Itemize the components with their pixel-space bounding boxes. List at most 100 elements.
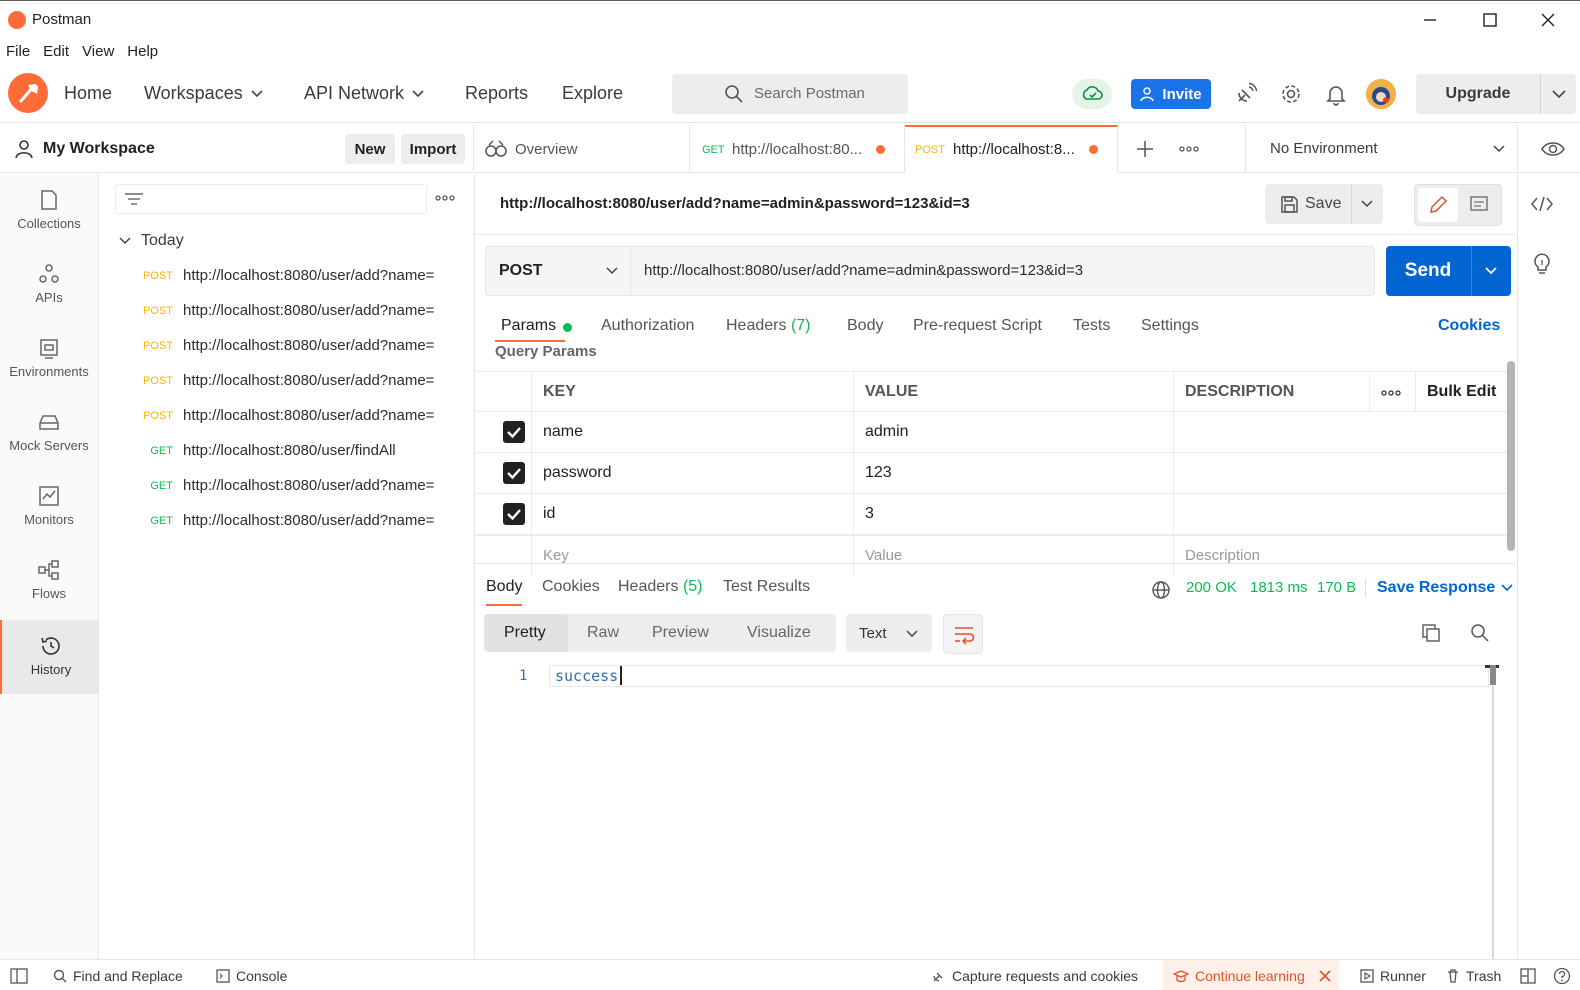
avatar[interactable] xyxy=(1366,79,1396,109)
sync-status-icon[interactable] xyxy=(1072,79,1112,109)
save-response-button[interactable]: Save Response xyxy=(1377,579,1513,597)
response-status[interactable]: 200 OK xyxy=(1186,579,1237,596)
param-value[interactable]: 123 xyxy=(853,453,1173,493)
editor-scrollbar[interactable] xyxy=(1492,665,1494,959)
search-input[interactable]: Search Postman xyxy=(672,74,908,114)
tab-headers[interactable]: Headers (7) xyxy=(726,317,811,335)
method-select[interactable]: POST xyxy=(486,247,631,295)
sidebar-item-collections[interactable]: Collections xyxy=(0,174,98,248)
param-description[interactable] xyxy=(1173,412,1508,452)
sidebar-item-apis[interactable]: APIs xyxy=(0,248,98,322)
tab-authorization[interactable]: Authorization xyxy=(601,317,694,335)
trash-button[interactable]: Trash xyxy=(1446,968,1501,984)
new-tab-icon[interactable] xyxy=(1135,139,1155,159)
tab-params[interactable]: Params xyxy=(501,317,572,335)
response-tab-headers[interactable]: Headers (5) xyxy=(618,578,703,596)
sidebar-toggle-icon[interactable] xyxy=(10,968,28,984)
bell-icon[interactable] xyxy=(1324,82,1348,106)
more-tabs-icon[interactable] xyxy=(1179,145,1199,153)
nav-workspaces[interactable]: Workspaces xyxy=(144,83,263,104)
response-size[interactable]: 170 B xyxy=(1317,579,1356,596)
params-scrollbar[interactable] xyxy=(1507,361,1515,551)
upgrade-button[interactable]: Upgrade xyxy=(1416,74,1576,114)
workspace-name[interactable]: My Workspace xyxy=(43,140,155,158)
sidebar-item-flows[interactable]: Flows xyxy=(0,544,98,618)
nav-home[interactable]: Home xyxy=(64,83,112,104)
edit-mode-button[interactable] xyxy=(1418,188,1458,222)
tab-settings[interactable]: Settings xyxy=(1141,317,1199,335)
history-item[interactable]: POST http://localhost:8080/user/add?name= xyxy=(99,295,475,330)
more-options-icon[interactable] xyxy=(1369,372,1415,411)
copy-icon[interactable] xyxy=(1421,623,1441,643)
param-key[interactable]: name xyxy=(531,412,853,452)
param-checkbox[interactable] xyxy=(503,462,525,484)
globe-icon[interactable] xyxy=(1151,580,1171,600)
menu-edit[interactable]: Edit xyxy=(37,41,76,65)
wrap-lines-button[interactable] xyxy=(943,614,983,654)
nav-api-network[interactable]: API Network xyxy=(304,83,424,104)
param-value[interactable]: admin xyxy=(853,412,1173,452)
param-description[interactable] xyxy=(1173,453,1508,493)
minimize-icon[interactable] xyxy=(1418,9,1442,31)
nav-explore[interactable]: Explore xyxy=(562,83,623,104)
eye-icon[interactable] xyxy=(1541,139,1565,159)
search-icon[interactable] xyxy=(1470,623,1490,643)
chevron-down-icon[interactable] xyxy=(1493,145,1505,153)
capture-requests-button[interactable]: Capture requests and cookies xyxy=(932,968,1138,984)
comment-icon[interactable] xyxy=(1469,195,1489,215)
gear-icon[interactable] xyxy=(1279,82,1303,106)
continue-learning-banner[interactable]: Continue learning xyxy=(1163,960,1339,990)
param-value[interactable]: 3 xyxy=(853,494,1173,534)
tab-tests[interactable]: Tests xyxy=(1073,317,1110,335)
response-tab-body[interactable]: Body xyxy=(486,578,522,606)
sidebar-item-mock-servers[interactable]: Mock Servers xyxy=(0,396,98,470)
code-icon[interactable] xyxy=(1530,194,1554,214)
view-preview[interactable]: Preview xyxy=(652,624,709,642)
response-tab-cookies[interactable]: Cookies xyxy=(542,578,600,596)
new-button[interactable]: New xyxy=(345,134,395,164)
invite-button[interactable]: Invite xyxy=(1131,79,1211,109)
tab-get-request[interactable]: GET http://localhost:80... xyxy=(690,125,905,173)
history-item[interactable]: GET http://localhost:8080/user/findAll xyxy=(99,435,475,470)
send-button[interactable]: Send xyxy=(1386,246,1511,296)
nav-reports[interactable]: Reports xyxy=(465,83,528,104)
param-checkbox[interactable] xyxy=(503,421,525,443)
param-checkbox[interactable] xyxy=(503,503,525,525)
import-button[interactable]: Import xyxy=(401,134,465,164)
menu-help[interactable]: Help xyxy=(121,41,165,65)
maximize-icon[interactable] xyxy=(1478,9,1502,31)
filter-input[interactable] xyxy=(115,184,427,214)
view-raw[interactable]: Raw xyxy=(587,624,619,642)
runner-button[interactable]: Runner xyxy=(1360,968,1426,984)
menu-file[interactable]: File xyxy=(0,41,37,65)
param-key[interactable]: password xyxy=(531,453,853,493)
format-select[interactable]: Text xyxy=(846,614,932,652)
view-mode-toggle[interactable] xyxy=(1414,184,1502,226)
sidebar-item-environments[interactable]: Environments xyxy=(0,322,98,396)
save-button[interactable]: Save xyxy=(1265,184,1383,224)
response-body-editor[interactable]: 1 success xyxy=(475,665,1515,959)
view-visualize[interactable]: Visualize xyxy=(747,624,811,642)
lightbulb-icon[interactable] xyxy=(1532,252,1552,276)
menu-view[interactable]: View xyxy=(76,41,121,65)
layout-icon[interactable] xyxy=(1520,968,1536,984)
param-description[interactable] xyxy=(1173,494,1508,534)
history-group-today[interactable]: Today xyxy=(119,232,184,250)
request-title[interactable]: http://localhost:8080/user/add?name=admi… xyxy=(500,195,970,212)
tab-post-request[interactable]: POST http://localhost:8... xyxy=(905,125,1118,173)
history-item[interactable]: POST http://localhost:8080/user/add?name= xyxy=(99,260,475,295)
environment-select[interactable]: No Environment xyxy=(1270,140,1378,157)
history-item[interactable]: GET http://localhost:8080/user/add?name= xyxy=(99,470,475,505)
tab-overview[interactable]: Overview xyxy=(475,125,690,173)
url-input[interactable]: http://localhost:8080/user/add?name=admi… xyxy=(644,262,1083,279)
console-button[interactable]: Console xyxy=(216,968,287,984)
more-options-icon[interactable] xyxy=(435,194,455,202)
find-and-replace-button[interactable]: Find and Replace xyxy=(53,968,183,984)
help-icon[interactable] xyxy=(1553,967,1571,985)
param-key[interactable]: id xyxy=(531,494,853,534)
history-item[interactable]: POST http://localhost:8080/user/add?name= xyxy=(99,330,475,365)
postman-logo[interactable] xyxy=(8,73,48,113)
history-item[interactable]: GET http://localhost:8080/user/add?name= xyxy=(99,505,475,540)
history-item[interactable]: POST http://localhost:8080/user/add?name= xyxy=(99,365,475,400)
tab-body[interactable]: Body xyxy=(847,317,883,335)
